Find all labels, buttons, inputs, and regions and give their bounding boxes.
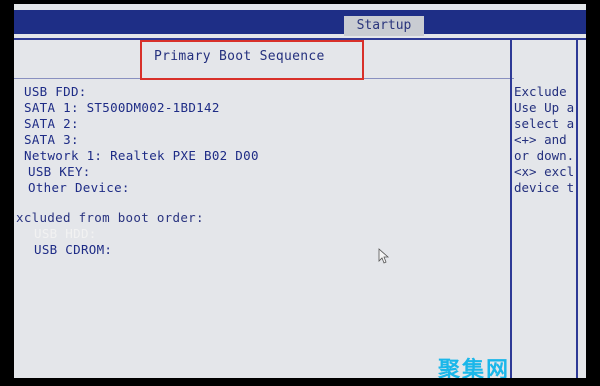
help-line: <x> excl — [514, 164, 575, 179]
excluded-list: USB HDD: USB CDROM: — [34, 226, 112, 258]
top-bar — [14, 10, 586, 34]
help-line: <+> and — [514, 132, 567, 147]
boot-item-sata3[interactable]: SATA 3: — [24, 132, 259, 148]
help-line: Use Up a — [514, 100, 575, 115]
boot-item-usb-key[interactable]: USB KEY: — [24, 164, 259, 180]
help-line: Exclude — [514, 84, 567, 99]
page-title: Primary Boot Sequence — [154, 49, 325, 64]
help-panel-divider — [510, 40, 512, 378]
watermark-logo: 聚集网 — [438, 358, 511, 378]
mouse-pointer-icon — [378, 248, 390, 264]
boot-item-network1[interactable]: Network 1: Realtek PXE B02 D00 — [24, 148, 259, 164]
boot-sequence-list: USB FDD: SATA 1: ST500DM002-1BD142 SATA … — [24, 84, 259, 196]
boot-item-other-device[interactable]: Other Device: — [24, 180, 259, 196]
excluded-item-usb-cdrom[interactable]: USB CDROM: — [34, 242, 112, 258]
bios-screen: Startup Primary Boot Sequence USB FDD: S… — [14, 4, 586, 378]
boot-item-sata2[interactable]: SATA 2: — [24, 116, 259, 132]
boot-item-sata1[interactable]: SATA 1: ST500DM002-1BD142 — [24, 100, 259, 116]
excluded-header: xcluded from boot order: — [16, 210, 204, 225]
help-line: or down. — [514, 148, 575, 163]
help-panel: Exclude Use Up a select a <+> and or dow… — [514, 84, 586, 196]
excluded-item-usb-hdd[interactable]: USB HDD: — [34, 226, 112, 242]
tab-startup[interactable]: Startup — [344, 16, 424, 36]
help-line: select a — [514, 116, 575, 131]
boot-item-usb-fdd[interactable]: USB FDD: — [24, 84, 259, 100]
help-line: device t — [514, 180, 575, 195]
